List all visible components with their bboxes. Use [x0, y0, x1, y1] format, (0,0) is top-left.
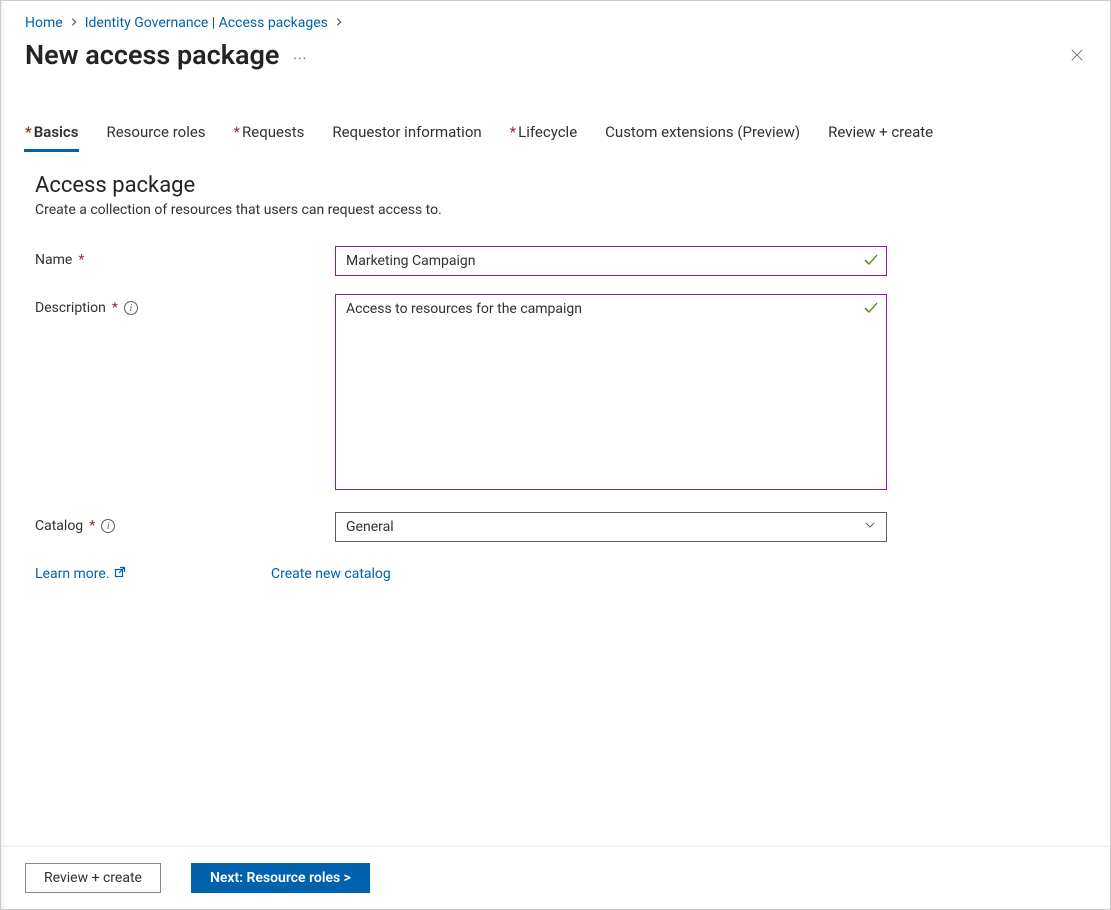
more-actions-button[interactable]: ···	[293, 51, 307, 67]
form-row-description: Description* i	[35, 294, 1076, 494]
name-label: Name*	[35, 246, 335, 268]
info-icon[interactable]: i	[101, 519, 115, 533]
tab-basics[interactable]: *Basics	[25, 123, 78, 151]
breadcrumb-home[interactable]: Home	[25, 15, 63, 31]
checkmark-icon	[863, 300, 879, 320]
tab-resource-roles[interactable]: Resource roles	[106, 123, 205, 151]
close-button[interactable]	[1068, 46, 1086, 64]
catalog-select-value: General	[346, 519, 394, 535]
links-row: Learn more. Create new catalog	[35, 566, 1076, 582]
section-subtitle: Create a collection of resources that us…	[35, 202, 1076, 218]
tab-custom-extensions-preview-[interactable]: Custom extensions (Preview)	[605, 123, 800, 151]
catalog-select[interactable]: General	[335, 512, 887, 542]
chevron-down-icon	[864, 519, 876, 535]
learn-more-link[interactable]: Learn more.	[35, 566, 271, 582]
tabs: *Basics Resource roles *Requests Requestor …	[1, 81, 1110, 151]
name-input[interactable]	[335, 246, 887, 276]
page-frame: Home Identity Governance | Access packag…	[0, 0, 1111, 910]
breadcrumb-separator	[69, 16, 79, 30]
next-button[interactable]: Next: Resource roles >	[191, 863, 370, 893]
form-row-name: Name*	[35, 246, 1076, 276]
review-create-button[interactable]: Review + create	[25, 863, 161, 893]
breadcrumb-separator	[334, 16, 344, 30]
description-input[interactable]	[335, 294, 887, 490]
tab-requests[interactable]: *Requests	[234, 123, 305, 151]
breadcrumb: Home Identity Governance | Access packag…	[1, 1, 1110, 31]
breadcrumb-path[interactable]: Identity Governance | Access packages	[85, 15, 328, 31]
form-row-catalog: Catalog* i General	[35, 512, 1076, 542]
tab-review-create[interactable]: Review + create	[828, 123, 933, 151]
info-icon[interactable]: i	[124, 301, 138, 315]
page-title: New access package	[25, 39, 279, 71]
external-link-icon	[114, 566, 126, 582]
content: Access package Create a collection of re…	[1, 151, 1110, 846]
catalog-label: Catalog* i	[35, 512, 335, 534]
create-catalog-link[interactable]: Create new catalog	[271, 566, 391, 582]
tab-requestor-information[interactable]: Requestor information	[332, 123, 481, 151]
footer: Review + create Next: Resource roles >	[1, 846, 1110, 909]
tab-lifecycle[interactable]: *Lifecycle	[510, 123, 578, 151]
description-label: Description* i	[35, 294, 335, 316]
checkmark-icon	[863, 252, 879, 272]
section-title: Access package	[35, 173, 1076, 198]
title-row: New access package ···	[1, 31, 1110, 81]
